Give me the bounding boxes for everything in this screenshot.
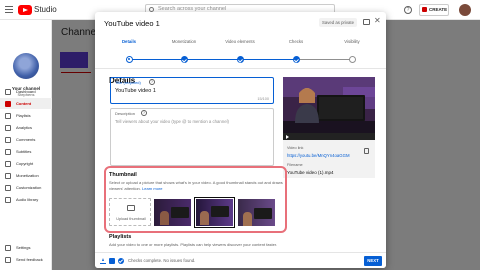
sidebar-item-content[interactable]: Content <box>0 98 52 109</box>
title-field-label: Title (required) <box>115 80 141 85</box>
filename-value: YouTube video (1).mp4 <box>287 170 334 175</box>
sidebar-item-comments[interactable]: Comments <box>0 134 52 145</box>
thumbnail-highlight-annotation <box>104 166 287 233</box>
studio-brand: Studio <box>34 5 57 14</box>
create-label: CREATE <box>429 7 448 12</box>
sidebar-item-playlists[interactable]: Playlists <box>0 110 52 121</box>
step-check-icon <box>180 56 188 63</box>
subtitles-icon <box>5 148 11 155</box>
hd-processing-icon <box>109 258 115 264</box>
video-link[interactable]: https://youtu.be/MnQYn4oaGGM <box>287 153 350 158</box>
create-video-icon <box>422 7 427 12</box>
step-check-icon <box>292 56 300 63</box>
close-icon[interactable]: ✕ <box>374 16 381 26</box>
step-pending-dot-icon <box>348 56 356 63</box>
play-icon[interactable] <box>286 134 289 139</box>
title-input[interactable]: YouTube video 1 <box>115 88 156 94</box>
dashboard-icon <box>5 88 11 95</box>
next-button[interactable]: NEXT <box>364 256 382 266</box>
help-icon[interactable]: ? <box>149 79 155 85</box>
help-icon[interactable]: ? <box>404 6 412 14</box>
analytics-icon <box>5 124 11 131</box>
video-player-controls <box>283 133 375 140</box>
sidebar-item-customization[interactable]: Customization <box>0 182 52 193</box>
content-icon <box>5 100 11 107</box>
monetization-icon <box>5 172 11 179</box>
step-video-elements[interactable]: Video elements <box>210 39 270 63</box>
video-preview[interactable] <box>283 77 375 133</box>
description-field[interactable]: Description ? Tell viewers about your vi… <box>110 108 274 166</box>
checks-complete-icon <box>118 258 124 264</box>
step-check-icon <box>236 56 244 63</box>
playlists-description: Add your video to one or more playlists.… <box>109 242 278 247</box>
playlists-icon <box>5 112 11 119</box>
description-field-label: Description <box>115 111 136 116</box>
dialog-title: YouTube video 1 <box>104 19 160 28</box>
youtube-logo-icon[interactable] <box>18 5 32 15</box>
sidebar-item-analytics[interactable]: Analytics <box>0 122 52 133</box>
video-link-label: Video link <box>287 146 304 150</box>
saved-status-chip: Saved as private <box>319 18 358 27</box>
title-field[interactable]: Title (required) ? YouTube video 1 15/10… <box>110 77 274 104</box>
description-input[interactable]: Tell viewers about your video (type @ to… <box>115 119 265 124</box>
upload-complete-icon <box>100 258 106 264</box>
title-char-count: 15/100 <box>257 97 269 101</box>
copy-icon[interactable] <box>364 148 369 154</box>
sidebar-item-copyright[interactable]: Copyright <box>0 158 52 169</box>
channel-avatar[interactable] <box>13 53 39 79</box>
sidebar: Your channel Stephens Dashboard Content … <box>0 20 52 270</box>
stepper-progress <box>129 59 294 60</box>
sidebar-item-send-feedback[interactable]: Send feedback <box>0 254 52 265</box>
account-avatar[interactable] <box>459 4 471 16</box>
footer-status-text: Checks complete. No issues found. <box>128 258 196 263</box>
step-details[interactable]: Details <box>99 39 159 63</box>
stepper: Details Monetization Video elements Chec… <box>95 39 386 69</box>
sidebar-item-audio-library[interactable]: Audio library <box>0 194 52 205</box>
sidebar-item-monetization[interactable]: Monetization <box>0 170 52 181</box>
sidebar-item-dashboard[interactable]: Dashboard <box>0 86 52 97</box>
feedback-icon[interactable] <box>363 19 370 25</box>
menu-icon[interactable] <box>5 6 13 13</box>
settings-icon <box>5 244 11 251</box>
playlists-heading: Playlists <box>109 234 132 240</box>
audio-library-icon <box>5 196 11 203</box>
sidebar-item-settings[interactable]: Settings <box>0 242 52 253</box>
filename-label: Filename <box>287 163 303 167</box>
video-info-panel: Video link https://youtu.be/MnQYn4oaGGM … <box>283 140 375 178</box>
comments-icon <box>5 136 11 143</box>
step-checks[interactable]: Checks <box>266 39 326 63</box>
help-icon[interactable]: ? <box>141 110 147 116</box>
step-active-dot-icon <box>125 56 133 63</box>
customization-icon <box>5 184 11 191</box>
step-visibility[interactable]: Visibility <box>322 39 382 63</box>
upload-dialog: YouTube video 1 Saved as private ✕ Detai… <box>95 12 386 268</box>
sidebar-item-subtitles[interactable]: Subtitles <box>0 146 52 157</box>
feedback-icon <box>5 256 11 263</box>
copyright-icon <box>5 160 11 167</box>
video-preview-image <box>283 77 375 133</box>
step-monetization[interactable]: Monetization <box>154 39 214 63</box>
dialog-footer: Checks complete. No issues found. NEXT <box>95 252 386 268</box>
